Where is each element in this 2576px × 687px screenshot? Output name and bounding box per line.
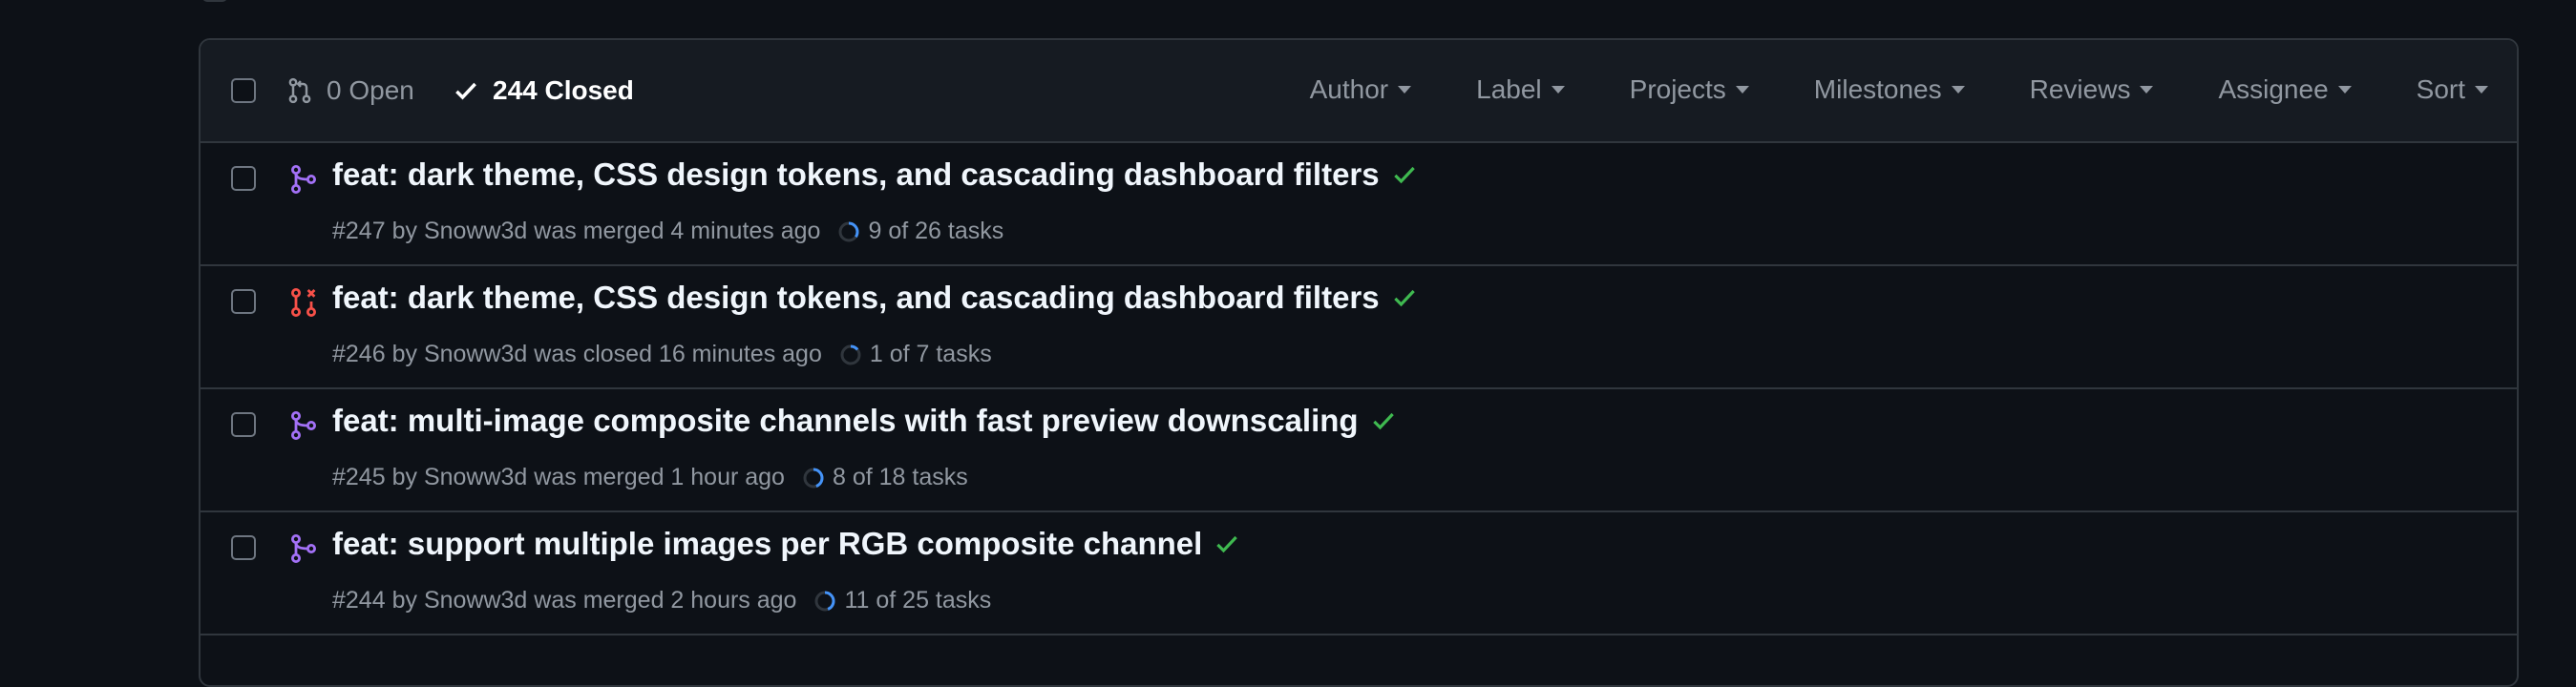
checks-passed-icon[interactable]: [1391, 284, 1418, 311]
row-checkbox[interactable]: [231, 535, 256, 560]
task-progress-label: 8 of 18 tasks: [832, 464, 968, 490]
task-progress: 1 of 7 tasks: [839, 341, 992, 368]
task-progress-icon: [814, 591, 835, 611]
assignee-filter[interactable]: Assignee: [2218, 74, 2352, 105]
git-pull-request-closed-icon: [291, 288, 316, 317]
pull-request-row: feat: multi-image composite channels wit…: [201, 389, 2517, 512]
author-filter[interactable]: Author: [1310, 74, 1412, 105]
pull-request-meta: #244 by Snoww3d was merged 2 hours ago 1…: [332, 587, 992, 614]
caret-down-icon: [2337, 86, 2352, 94]
closed-filter-tab[interactable]: 244 Closed: [453, 75, 634, 106]
row-checkbox[interactable]: [231, 166, 256, 191]
author-link[interactable]: Snoww3d: [424, 341, 527, 368]
open-count-label: 0 Open: [327, 75, 414, 105]
checks-passed-icon[interactable]: [1370, 407, 1397, 434]
caret-down-icon: [1398, 86, 1412, 94]
caret-down-icon: [2475, 86, 2488, 94]
author-link[interactable]: Snoww3d: [424, 587, 527, 614]
pull-request-number: #245: [332, 464, 386, 490]
open-filter-tab[interactable]: 0 Open: [286, 75, 414, 106]
select-all-checkbox-above[interactable]: [202, 0, 227, 2]
pull-request-meta: #247 by Snoww3d was merged 4 minutes ago…: [332, 218, 1004, 245]
projects-filter[interactable]: Projects: [1630, 74, 1749, 105]
pull-request-meta: #245 by Snoww3d was merged 1 hour ago 8 …: [332, 464, 968, 491]
pull-request-list: 0 Open 244 Closed Author Label Projects …: [199, 38, 2519, 687]
pull-request-title-link[interactable]: feat: multi-image composite channels wit…: [332, 403, 1359, 439]
row-checkbox[interactable]: [231, 289, 256, 314]
git-merge-icon: [291, 411, 316, 440]
pull-request-number: #244: [332, 587, 386, 614]
pull-request-number: #246: [332, 341, 386, 367]
pull-request-title-link[interactable]: feat: dark theme, CSS design tokens, and…: [332, 156, 1380, 193]
row-checkbox[interactable]: [231, 412, 256, 437]
git-pull-request-icon: [288, 77, 311, 104]
git-merge-icon: [291, 534, 316, 563]
label-filter[interactable]: Label: [1476, 74, 1565, 105]
pull-request-number: #247: [332, 218, 386, 244]
caret-down-icon: [1735, 86, 1749, 94]
milestones-filter[interactable]: Milestones: [1814, 74, 1965, 105]
status-text: was closed 16 minutes ago: [534, 341, 822, 367]
git-merge-icon: [291, 165, 316, 194]
caret-down-icon: [1551, 86, 1565, 94]
task-progress: 11 of 25 tasks: [813, 587, 991, 614]
author-link[interactable]: Snoww3d: [424, 218, 527, 245]
task-progress-label: 1 of 7 tasks: [869, 341, 992, 367]
checks-passed-icon[interactable]: [1391, 161, 1418, 188]
select-all-checkbox[interactable]: [231, 78, 256, 103]
list-header: 0 Open 244 Closed Author Label Projects …: [201, 40, 2517, 143]
pull-request-row: feat: dark theme, CSS design tokens, and…: [201, 143, 2517, 266]
status-text: was merged 2 hours ago: [534, 587, 797, 614]
author-link[interactable]: Snoww3d: [424, 464, 527, 491]
reviews-filter[interactable]: Reviews: [2030, 74, 2154, 105]
pull-request-title-link[interactable]: feat: dark theme, CSS design tokens, and…: [332, 280, 1380, 316]
pull-request-meta: #246 by Snoww3d was closed 16 minutes ag…: [332, 341, 992, 368]
caret-down-icon: [1951, 86, 1965, 94]
status-text: was merged 4 minutes ago: [534, 218, 821, 244]
checks-passed-icon[interactable]: [1214, 531, 1240, 557]
status-text: was merged 1 hour ago: [534, 464, 785, 490]
sort-filter[interactable]: Sort: [2417, 74, 2488, 105]
pull-request-title-link[interactable]: feat: support multiple images per RGB co…: [332, 526, 1202, 562]
task-progress-icon: [840, 344, 861, 364]
task-progress-icon: [803, 468, 824, 488]
task-progress: 9 of 26 tasks: [837, 218, 1003, 245]
task-progress-label: 11 of 25 tasks: [844, 587, 992, 614]
pull-request-row: feat: dark theme, CSS design tokens, and…: [201, 266, 2517, 389]
task-progress-icon: [838, 221, 859, 241]
check-icon: [455, 82, 476, 100]
caret-down-icon: [2140, 86, 2154, 94]
filter-bar: Author Label Projects Milestones Reviews…: [1245, 40, 2488, 139]
task-progress-label: 9 of 26 tasks: [868, 218, 1004, 244]
closed-count-label: 244 Closed: [493, 75, 634, 105]
pull-request-row: feat: support multiple images per RGB co…: [201, 512, 2517, 635]
task-progress: 8 of 18 tasks: [802, 464, 968, 491]
